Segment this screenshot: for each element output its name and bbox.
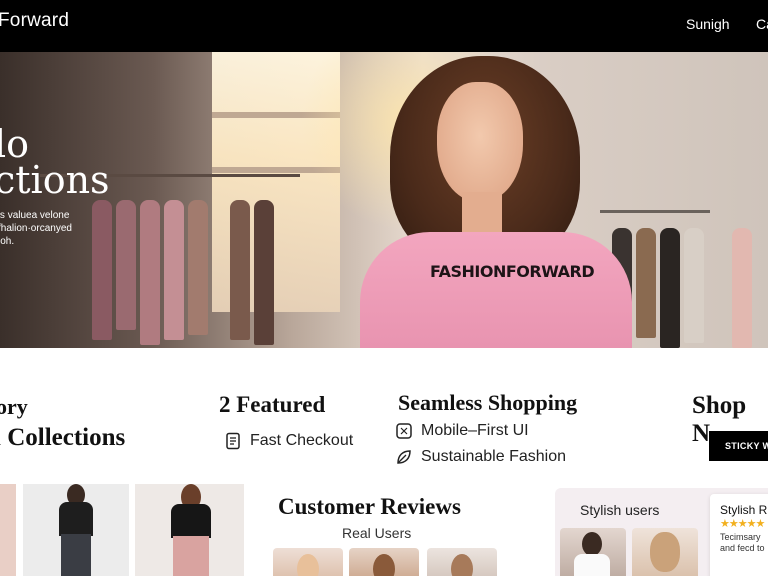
reviewer-face	[451, 554, 473, 576]
garment	[230, 200, 250, 340]
clothing-rack-right	[600, 210, 710, 213]
nav-link-signup[interactable]: Sunigh	[686, 16, 730, 32]
hero-subtitle-line: 's valuea velone	[0, 210, 70, 221]
stylish-user-photo[interactable]	[560, 528, 626, 576]
feature-item-mobile-first: Mobile–First UI	[395, 422, 529, 440]
feature-title: Seamless Shopping	[398, 390, 578, 415]
model-top	[59, 502, 93, 536]
garment	[636, 228, 656, 338]
model-tshirt	[360, 232, 632, 348]
hero-subtitle-line: fhalion·orcanyed	[0, 223, 72, 234]
reviewer-photo[interactable]	[349, 548, 419, 576]
user-top	[574, 554, 610, 576]
review-card-title: Stylish R	[720, 503, 768, 517]
feature-item-label: Sustainable Fashion	[421, 448, 566, 465]
stylish-users-label: Stylish users	[580, 502, 660, 518]
user-head	[582, 532, 602, 556]
product-card[interactable]	[0, 484, 16, 576]
reviewer-face	[297, 554, 319, 576]
garment	[732, 228, 752, 348]
hero-title-line2: ctions	[0, 158, 110, 202]
leaf-icon	[395, 448, 413, 466]
feature-item-label: Mobile–First UI	[421, 422, 529, 439]
hero-subtitle-line: ioh.	[0, 236, 15, 247]
garment	[254, 200, 274, 345]
brand-logo[interactable]: Forward	[0, 10, 69, 32]
feature-title: 2 Featured	[219, 392, 326, 417]
reviews-title: Customer Reviews	[278, 494, 461, 519]
reviewer-photo[interactable]	[273, 548, 343, 576]
feature-item-label: Fast Checkout	[250, 432, 354, 449]
garment	[164, 200, 184, 340]
review-text-line: and fecd to	[720, 543, 765, 553]
reviewer-face	[373, 554, 395, 576]
product-card[interactable]	[135, 484, 244, 576]
feature-item-fast-checkout: Fast Checkout	[224, 432, 353, 450]
reviewer-photo[interactable]	[427, 548, 497, 576]
garment	[116, 200, 136, 330]
tshirt-print: FASHIONFORWARD	[430, 262, 595, 281]
feature-title: l Collections	[0, 424, 126, 451]
garment	[188, 200, 208, 335]
garment	[140, 200, 160, 345]
model-pants	[61, 534, 91, 576]
receipt-icon	[224, 432, 242, 450]
feature-item-sustainable: Sustainable Fashion	[395, 448, 566, 466]
review-text-line: Tecimsary	[720, 532, 761, 542]
top-navbar: Forward Sunigh Ca	[0, 0, 768, 52]
mobile-icon	[395, 422, 413, 440]
model-face	[437, 82, 523, 202]
garment	[660, 228, 680, 348]
product-card[interactable]	[23, 484, 129, 576]
hero-banner: FASHIONFORWARD lo ctions 's valuea velon…	[0, 52, 768, 348]
model-pants	[173, 536, 209, 576]
sticky-shop-button[interactable]: STICKY W	[709, 431, 768, 461]
nav-link-cart[interactable]: Ca	[756, 16, 768, 32]
star-rating: ★★★★★	[720, 518, 765, 530]
stylish-user-photo[interactable]	[632, 528, 698, 576]
feature-title: ory	[0, 394, 28, 419]
reviews-subtitle: Real Users	[342, 525, 412, 541]
user-hair	[650, 532, 680, 572]
garment	[684, 228, 704, 343]
model-top	[171, 504, 211, 538]
